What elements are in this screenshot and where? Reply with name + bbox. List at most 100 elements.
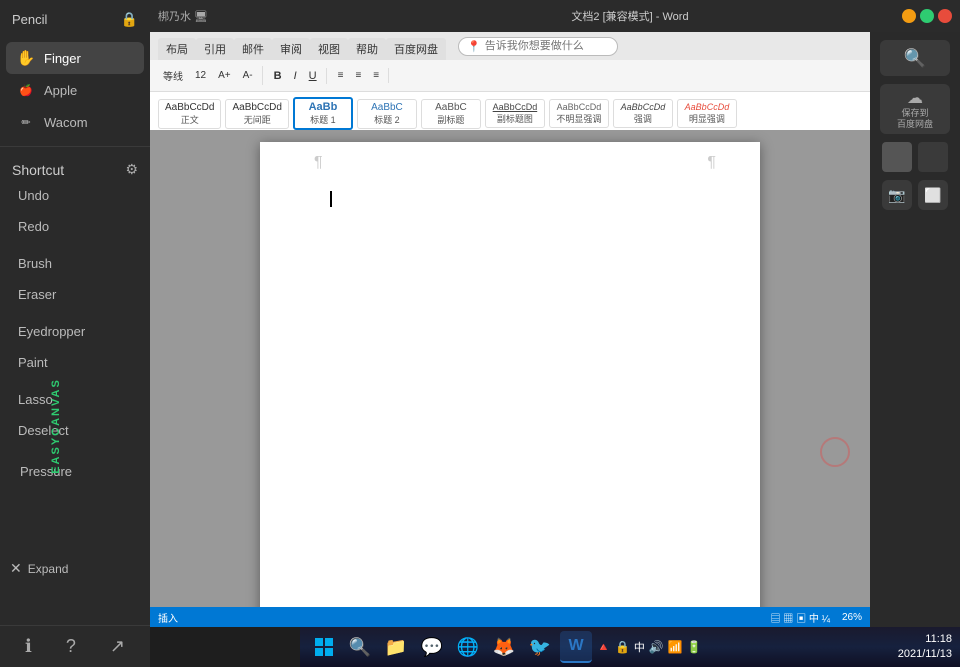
search-icon: 📍 — [467, 40, 481, 53]
bold-btn[interactable]: B — [269, 68, 287, 84]
systray-sound-icon[interactable]: 🔊 — [649, 640, 664, 654]
taskbar-search-icon[interactable]: 🔍 — [344, 631, 376, 663]
align-right-btn[interactable]: ≡ — [368, 68, 384, 83]
clock-time: 11:18 — [898, 632, 952, 647]
style-normal[interactable]: AaBbCcDd 正文 — [158, 99, 221, 129]
easycanvas-label: EASYCANVAS — [50, 378, 62, 474]
share-icon[interactable]: ↗ — [110, 636, 125, 657]
lock-icon[interactable]: 🔒 — [121, 11, 138, 28]
shortcut-header: Shortcut ⚙ — [10, 161, 140, 178]
font-grow-btn[interactable]: A+ — [213, 68, 236, 83]
systray-wifi-icon[interactable]: 📶 — [668, 640, 683, 654]
word-title: 文档2 [兼容模式] - Word — [571, 8, 688, 24]
systray-keyboard-icon[interactable]: 🔒 — [615, 640, 630, 654]
main-content: 梆乃水 🖥 文档2 [兼容模式] - Word 布局 引用 邮件 审阅 视图 帮… — [150, 0, 960, 667]
sidebar-top: Pencil 🔒 — [0, 0, 150, 38]
shortcut-undo[interactable]: Undo — [10, 180, 140, 211]
tab-wacom[interactable]: ✏ Wacom — [6, 106, 144, 138]
minimize-button[interactable] — [902, 9, 916, 23]
tab-finger[interactable]: ✋ Finger — [6, 42, 144, 74]
screenshot-button[interactable]: ⬜ — [918, 180, 948, 210]
taskbar-explorer-icon[interactable]: 📁 — [380, 631, 412, 663]
style-subtle-emph[interactable]: AaBbCcDd 副标题图 — [485, 99, 545, 128]
expand-icon: ✕ — [10, 560, 22, 577]
taskbar-windows-icon[interactable] — [308, 631, 340, 663]
style-heading2[interactable]: AaBbC 标题 2 — [357, 99, 417, 129]
ribbon-tab-reference[interactable]: 引用 — [196, 38, 234, 60]
box-btn-1[interactable] — [882, 142, 912, 172]
para-marker-topright: ¶ — [707, 154, 716, 172]
taskbar: 🔍 📁 💬 🌐 🦊 🐦 W 🔺 🔒 中 🔊 📶 🔋 11:18 2021/11/… — [300, 627, 960, 667]
shortcut-redo[interactable]: Redo — [10, 211, 140, 242]
taskbar-word-icon[interactable]: W — [560, 631, 592, 663]
topbar-user: 梆乃水 🖥 — [158, 8, 208, 24]
align-left-btn[interactable]: ≡ — [333, 68, 349, 83]
taskbar-browser2-icon[interactable]: 🦊 — [488, 631, 520, 663]
shortcut-eraser[interactable]: Eraser — [10, 279, 140, 310]
ribbon-tabs: 布局 引用 邮件 审阅 视图 帮助 百度网盘 — [154, 32, 450, 60]
camera-button[interactable]: 📷 — [882, 180, 912, 210]
ribbon-tab-view[interactable]: 视图 — [310, 38, 348, 60]
ribbon-tab-mail[interactable]: 邮件 — [234, 38, 272, 60]
clock-date: 2021/11/13 — [898, 647, 952, 662]
maximize-button[interactable] — [920, 9, 934, 23]
win-controls — [902, 9, 952, 23]
ribbon-tab-layout[interactable]: 布局 — [158, 38, 196, 60]
shortcut-paint[interactable]: Paint — [10, 347, 140, 378]
apple-icon: 🍎 — [16, 80, 36, 100]
style-nospace[interactable]: AaBbCcDd 无间距 — [225, 99, 288, 129]
align-center-btn[interactable]: ≡ — [350, 68, 366, 83]
style-emph[interactable]: AaBbCcDd 强调 — [613, 99, 673, 128]
systray-ime-icon[interactable]: 中 — [634, 639, 645, 655]
italic-btn[interactable]: I — [289, 68, 302, 84]
ribbon-tab-review[interactable]: 审阅 — [272, 38, 310, 60]
shortcut-eyedropper[interactable]: Eyedropper — [10, 316, 140, 347]
gear-icon[interactable]: ⚙ — [125, 161, 138, 178]
taskbar-teams-icon[interactable]: 💬 — [416, 631, 448, 663]
document-page[interactable]: ¶ ¶ — [260, 142, 760, 607]
expand-label: Expand — [28, 562, 69, 576]
pencil-label: Pencil — [12, 12, 47, 27]
systray-arrow-icon[interactable]: 🔺 — [596, 640, 611, 654]
statusbar-right-icons: ▤ ▦ ▣ 中 ¼ — [771, 610, 830, 625]
ribbon-tab-help[interactable]: 帮助 — [348, 38, 386, 60]
ribbon-search-bar[interactable]: 📍 — [458, 37, 618, 56]
expand-button[interactable]: ✕ Expand — [10, 560, 68, 577]
font-family-btn[interactable]: 等线 — [158, 66, 188, 85]
sidebar-bottom: ℹ ? ↗ — [0, 625, 150, 667]
ribbon-toolbar: 等线 12 A+ A- B I U ≡ ≡ ≡ — [150, 60, 960, 92]
document-area: ¶ ¶ — [150, 130, 870, 607]
right-btn-row-2: 📷 ⬜ — [882, 180, 948, 210]
help-icon[interactable]: ? — [66, 636, 76, 657]
style-notemph[interactable]: AaBbCcDd 不明显强调 — [549, 99, 609, 128]
tab-apple[interactable]: 🍎 Apple — [6, 74, 144, 106]
style-heading1[interactable]: AaBb 标题 1 — [293, 97, 353, 130]
statusbar-zoom: 26% — [842, 612, 862, 623]
find-button[interactable]: 🔍 — [880, 40, 950, 76]
shortcut-label: Shortcut — [12, 162, 64, 178]
ribbon-tab-baidu[interactable]: 百度网盘 — [386, 38, 446, 60]
info-icon[interactable]: ℹ — [25, 636, 32, 657]
pressure-item[interactable]: Pressure — [0, 456, 150, 487]
tool-tabs: ✋ Finger 🍎 Apple ✏ Wacom — [0, 38, 150, 142]
taskbar-clock[interactable]: 11:18 2021/11/13 — [898, 632, 952, 663]
shortcut-section: Shortcut ⚙ Undo Redo Brush Eraser Eyedro… — [0, 155, 150, 452]
font-shrink-btn[interactable]: A- — [238, 68, 258, 83]
underline-btn[interactable]: U — [304, 68, 322, 84]
shortcut-brush[interactable]: Brush — [10, 248, 140, 279]
style-subtitle[interactable]: AaBbC 副标题 — [421, 99, 481, 129]
word-right-sidebar: 🔍 ☁ 保存到百度网盘 📷 ⬜ — [870, 32, 960, 627]
shortcut-deselect[interactable]: Deselect — [10, 415, 140, 446]
save-baidu-label: 保存到百度网盘 — [897, 108, 933, 130]
style-strong-emph[interactable]: AaBbCcDd 明显强调 — [677, 99, 737, 128]
taskbar-edge-icon[interactable]: 🌐 — [452, 631, 484, 663]
systray-battery-icon[interactable]: 🔋 — [687, 640, 702, 654]
box-btn-2[interactable] — [918, 142, 948, 172]
ribbon-search-input[interactable] — [485, 40, 605, 52]
cloud-icon: ☁ — [907, 88, 923, 108]
shortcut-lasso[interactable]: Lasso — [10, 384, 140, 415]
save-baidu-button[interactable]: ☁ 保存到百度网盘 — [880, 84, 950, 134]
font-size-btn[interactable]: 12 — [190, 68, 211, 83]
taskbar-twitter-icon[interactable]: 🐦 — [524, 631, 556, 663]
close-button[interactable] — [938, 9, 952, 23]
